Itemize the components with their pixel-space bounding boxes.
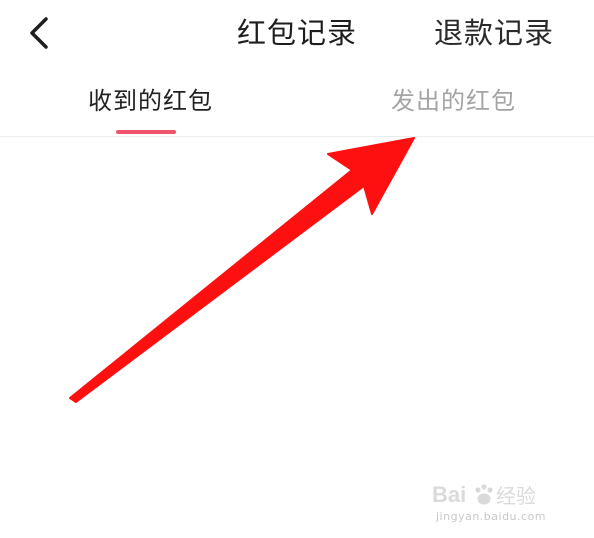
active-tab-indicator xyxy=(116,130,176,134)
tab-received-red-packets[interactable]: 收到的红包 xyxy=(88,84,213,118)
records-list-empty xyxy=(0,137,594,538)
baidu-jingyan-watermark: Bai 经验 jingyan.baidu.com xyxy=(432,480,562,524)
chevron-left-icon xyxy=(30,17,48,49)
baidu-logo: Bai 经验 xyxy=(432,482,536,508)
header-bar: 红包记录 退款记录 xyxy=(0,0,594,66)
back-button[interactable] xyxy=(18,12,60,54)
refund-records-button[interactable]: 退款记录 xyxy=(434,14,554,52)
tab-bar: 收到的红包 发出的红包 xyxy=(0,70,594,137)
svg-text:Bai: Bai xyxy=(432,482,466,507)
svg-text:经验: 经验 xyxy=(496,484,536,508)
tab-sent-red-packets[interactable]: 发出的红包 xyxy=(391,84,516,118)
watermark-url: jingyan.baidu.com xyxy=(436,510,547,523)
